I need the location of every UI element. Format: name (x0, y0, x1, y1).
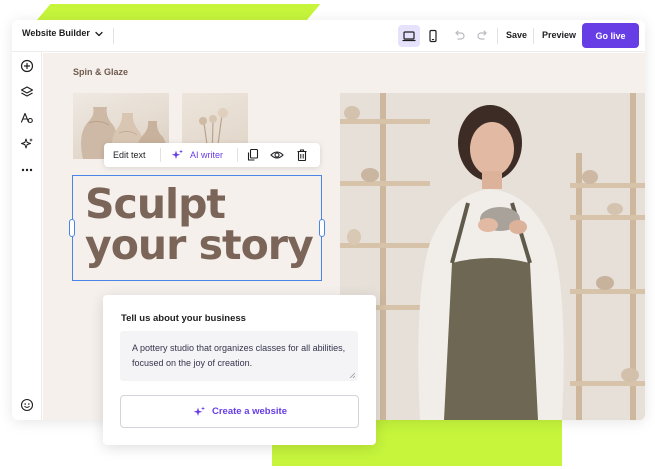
business-card-title: Tell us about your business (121, 313, 246, 324)
go-live-button[interactable]: Go live (582, 23, 639, 48)
divider (497, 28, 498, 44)
resize-handle-left[interactable] (69, 219, 75, 237)
resize-handle-right[interactable] (319, 219, 325, 237)
preview-button[interactable]: Preview (542, 30, 576, 40)
create-website-button[interactable]: Create a website (120, 395, 359, 428)
redo-icon[interactable] (476, 28, 490, 42)
app-title[interactable]: Website Builder (22, 28, 90, 38)
chevron-down-icon[interactable] (94, 29, 104, 39)
business-description-card: Tell us about your business A pottery st… (103, 295, 376, 445)
desktop-view-button[interactable] (398, 25, 420, 47)
divider (113, 28, 114, 44)
create-website-label: Create a website (212, 406, 287, 417)
left-toolbar (12, 52, 42, 420)
divider (533, 28, 534, 44)
ai-writer-button[interactable]: AI writer (190, 150, 223, 160)
text-edit-toolbar: Edit text AI writer (104, 143, 320, 167)
copy-icon[interactable] (246, 148, 260, 162)
ai-sparkle-icon (193, 406, 205, 416)
headline-line-1: Sculpt (85, 180, 226, 228)
mobile-view-button[interactable] (422, 25, 444, 47)
business-description-input[interactable]: A pottery studio that organizes classes … (120, 331, 358, 381)
mobile-icon (429, 29, 437, 43)
undo-icon[interactable] (452, 28, 466, 42)
more-icon[interactable] (20, 163, 34, 177)
selected-headline-block[interactable]: Sculpt your story (69, 175, 325, 281)
divider (237, 148, 238, 162)
eye-icon[interactable] (270, 148, 284, 162)
site-name[interactable]: Spin & Glaze (73, 67, 128, 77)
business-description-text: A pottery studio that organizes classes … (132, 343, 346, 368)
save-button[interactable]: Save (506, 30, 527, 40)
trash-icon[interactable] (295, 148, 309, 162)
headline-text[interactable]: Sculpt your story (85, 180, 314, 269)
desktop-icon (402, 31, 416, 42)
edit-text-button[interactable]: Edit text (113, 150, 146, 160)
top-toolbar: Website Builder Save Preview Go live (12, 20, 645, 52)
add-icon[interactable] (20, 59, 34, 73)
headline-line-2: your story (85, 221, 314, 269)
layers-icon[interactable] (20, 85, 34, 99)
typography-icon[interactable] (20, 111, 34, 125)
help-icon[interactable] (20, 398, 34, 412)
divider (160, 148, 161, 162)
potter-photo[interactable] (340, 93, 645, 420)
resize-grip-icon[interactable] (349, 372, 355, 378)
ai-sparkle-icon[interactable] (20, 137, 34, 151)
ai-sparkle-icon[interactable] (170, 148, 184, 162)
